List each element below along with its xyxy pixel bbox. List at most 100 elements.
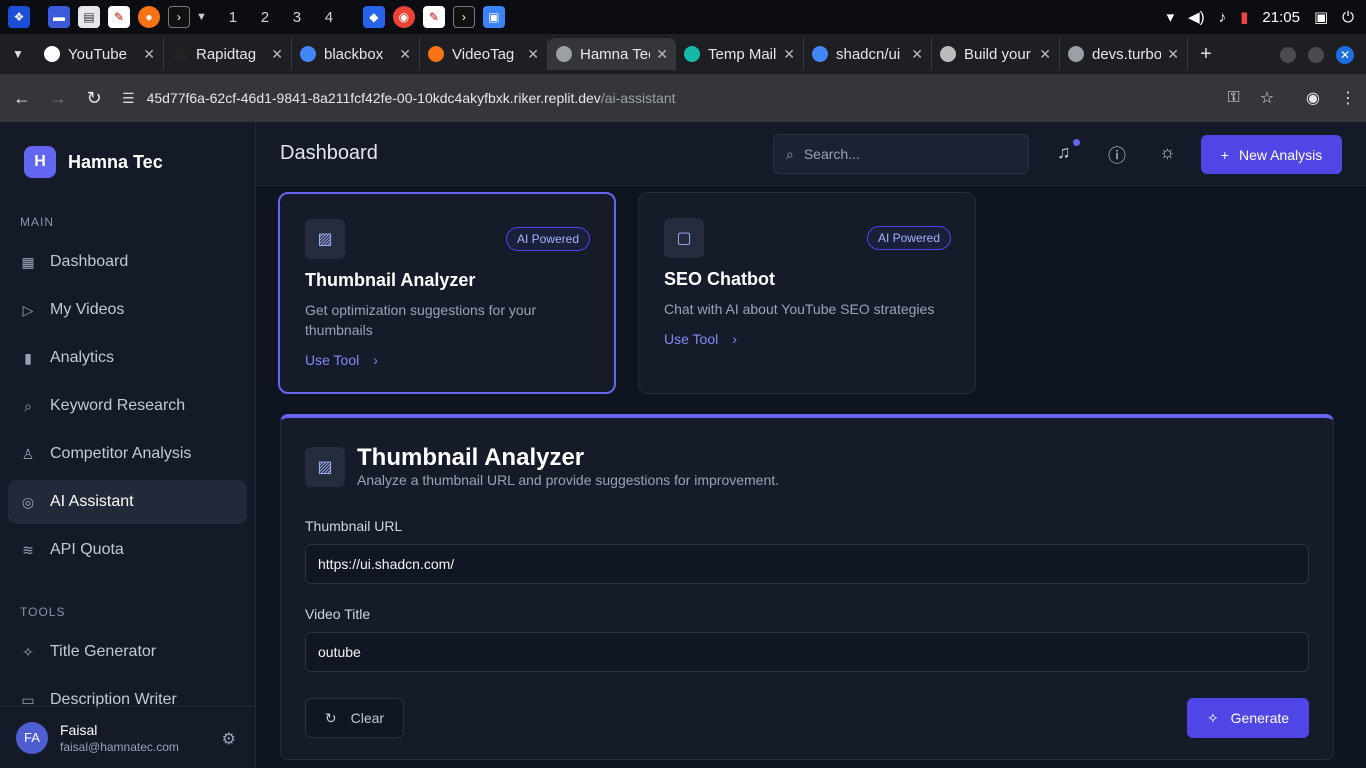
- sidebar-item-label: Title Generator: [50, 643, 157, 660]
- browser-tab[interactable]: Temp Mail ✕: [676, 38, 804, 70]
- brand[interactable]: H Hamna Tec: [0, 122, 255, 202]
- tab-close-icon[interactable]: ✕: [527, 46, 539, 63]
- tab-favicon-icon: [44, 46, 60, 62]
- sidebar-item-label: Dashboard: [50, 253, 129, 270]
- tab-title: VideoTag: [452, 45, 515, 63]
- tab-close-icon[interactable]: ✕: [783, 46, 795, 63]
- close-window-button[interactable]: ✕: [1336, 46, 1354, 64]
- browser-tab[interactable]: Hamna Tec ✕: [548, 38, 676, 70]
- card-title: Thumbnail Analyzer: [305, 270, 476, 290]
- firefox-icon[interactable]: ●: [138, 6, 160, 28]
- new-tab-button[interactable]: +: [1188, 43, 1224, 66]
- chat-icon: ▢: [664, 218, 704, 258]
- back-button[interactable]: ←: [4, 88, 40, 109]
- brand-name: Hamna Tec: [68, 151, 163, 172]
- sidebar-item-dashboard[interactable]: ▦ Dashboard: [8, 240, 247, 284]
- clear-button[interactable]: ↻ Clear: [305, 698, 404, 738]
- tab-close-icon[interactable]: ✕: [1039, 46, 1051, 63]
- sidebar-item-keyword-research[interactable]: ⌕ Keyword Research: [8, 384, 247, 428]
- tab-close-icon[interactable]: ✕: [143, 46, 155, 63]
- calendar-icon[interactable]: ▣: [482, 6, 505, 28]
- vscode-icon[interactable]: ◆: [362, 6, 385, 28]
- video-title-input[interactable]: outube: [305, 632, 1309, 672]
- tab-favicon-icon: [556, 46, 572, 62]
- tab-title: Build your: [964, 45, 1031, 63]
- clock[interactable]: 21:05: [1262, 9, 1300, 26]
- database-icon: ≋: [22, 541, 34, 558]
- browser-tab[interactable]: Build your ✕: [932, 38, 1060, 70]
- launcher-icon[interactable]: ❖: [8, 6, 30, 28]
- tab-close-icon[interactable]: ✕: [656, 46, 668, 63]
- new-analysis-button[interactable]: + New Analysis: [1201, 135, 1342, 174]
- sidebar-item-competitor-analysis[interactable]: ♙ Competitor Analysis: [8, 432, 247, 476]
- tool-card-seo-chatbot[interactable]: ▢ AI Powered SEO Chatbot Chat with AI ab…: [638, 192, 976, 394]
- search-input[interactable]: ⌕ Search...: [773, 134, 1029, 174]
- user-search-icon: ♙: [21, 445, 35, 462]
- thumbnail-url-value: https://ui.shadcn.com/: [318, 556, 455, 572]
- password-key-icon[interactable]: ⚿: [1228, 89, 1240, 107]
- minimize-button[interactable]: [1280, 47, 1296, 63]
- terminal-icon[interactable]: ›: [168, 6, 190, 28]
- video-icon: ▷: [22, 301, 34, 318]
- browser-tab[interactable]: YouTube ✕: [36, 38, 164, 70]
- browser-tab[interactable]: VideoTag ✕: [420, 38, 548, 70]
- generate-button[interactable]: ✧ Generate: [1187, 698, 1309, 738]
- use-tool-link[interactable]: Use Tool ›: [664, 331, 737, 347]
- workspace-1[interactable]: 1: [217, 9, 249, 26]
- forward-button[interactable]: →: [40, 88, 76, 109]
- files-icon[interactable]: ▤: [78, 6, 100, 28]
- browser-menu-icon[interactable]: ⋮: [1340, 88, 1356, 108]
- tab-close-icon[interactable]: ✕: [399, 46, 411, 63]
- use-tool-link[interactable]: Use Tool ›: [305, 352, 378, 368]
- sidebar-item-analytics[interactable]: ▮ Analytics: [8, 336, 247, 380]
- user-profile[interactable]: FA Faisal faisal@hamnatec.com ⚙: [0, 706, 256, 768]
- settings-gear-icon[interactable]: ⚙: [222, 729, 236, 749]
- chrome-icon[interactable]: ◉: [392, 6, 415, 28]
- maximize-button[interactable]: [1308, 47, 1324, 63]
- notification-bell-icon[interactable]: ♫: [1057, 142, 1071, 163]
- user-name: Faisal: [60, 721, 98, 738]
- browser-tab[interactable]: blackbox ✕: [292, 38, 420, 70]
- terminal-2-icon[interactable]: ›: [452, 6, 475, 28]
- plus-icon: +: [1220, 146, 1229, 163]
- tab-close-icon[interactable]: ✕: [271, 46, 283, 63]
- site-info-icon[interactable]: ☰: [122, 90, 135, 107]
- sidebar-item-label: Keyword Research: [50, 397, 186, 414]
- tab-list-icon[interactable]: ▼: [0, 47, 36, 61]
- sidebar-item-api-quota[interactable]: ≋ API Quota: [8, 528, 247, 572]
- url-field[interactable]: 45d77f6a-62cf-46d1-9841-8a211fcf42fe-00-…: [147, 90, 676, 106]
- reload-button[interactable]: ↻: [76, 88, 112, 109]
- tab-close-icon[interactable]: ✕: [1167, 46, 1179, 63]
- wifi-icon[interactable]: ▾: [1167, 8, 1175, 26]
- browser-tab[interactable]: shadcn/ui ✕: [804, 38, 932, 70]
- sidebar-item-title-generator[interactable]: ✧ Title Generator: [8, 630, 247, 674]
- volume-icon[interactable]: ◀): [1188, 8, 1205, 26]
- profile-icon[interactable]: ◉: [1306, 88, 1320, 108]
- theme-toggle-sun-icon[interactable]: ☼: [1159, 142, 1176, 163]
- browser-tab[interactable]: Rapidtag ✕: [164, 38, 292, 70]
- workspace-3[interactable]: 3: [281, 9, 313, 26]
- desktop-icon[interactable]: ▬: [48, 6, 70, 28]
- workspace-4[interactable]: 4: [313, 9, 345, 26]
- sidebar-item-my-videos[interactable]: ▷ My Videos: [8, 288, 247, 332]
- power-icon[interactable]: ⏻: [1342, 9, 1354, 26]
- thumbnail-url-input[interactable]: https://ui.shadcn.com/: [305, 544, 1309, 584]
- help-icon[interactable]: ⓘ: [1108, 142, 1126, 168]
- tool-card-thumbnail-analyzer[interactable]: ▨ AI Powered Thumbnail Analyzer Get opti…: [278, 192, 616, 394]
- bookmark-star-icon[interactable]: ☆: [1260, 88, 1274, 108]
- browser-tab[interactable]: devs.turbo ✕: [1060, 38, 1188, 70]
- battery-icon[interactable]: ▮: [1240, 8, 1248, 26]
- search-icon: ⌕: [786, 145, 794, 162]
- lock-icon[interactable]: ▣: [1314, 8, 1328, 26]
- sidebar-item-label: Competitor Analysis: [50, 445, 192, 462]
- chevron-down-icon[interactable]: ▼: [196, 11, 207, 23]
- panel-title: Thumbnail Analyzer: [357, 444, 585, 471]
- wand-icon: ✧: [22, 643, 34, 660]
- editor-icon[interactable]: ✎: [108, 6, 130, 28]
- tab-close-icon[interactable]: ✕: [911, 46, 923, 63]
- bell-icon[interactable]: ♪: [1219, 9, 1227, 26]
- sidebar-item-ai-assistant[interactable]: ◎ AI Assistant: [8, 480, 247, 524]
- editor-2-icon[interactable]: ✎: [422, 6, 445, 28]
- workspace-2[interactable]: 2: [249, 9, 281, 26]
- chevron-right-icon: ›: [373, 352, 378, 368]
